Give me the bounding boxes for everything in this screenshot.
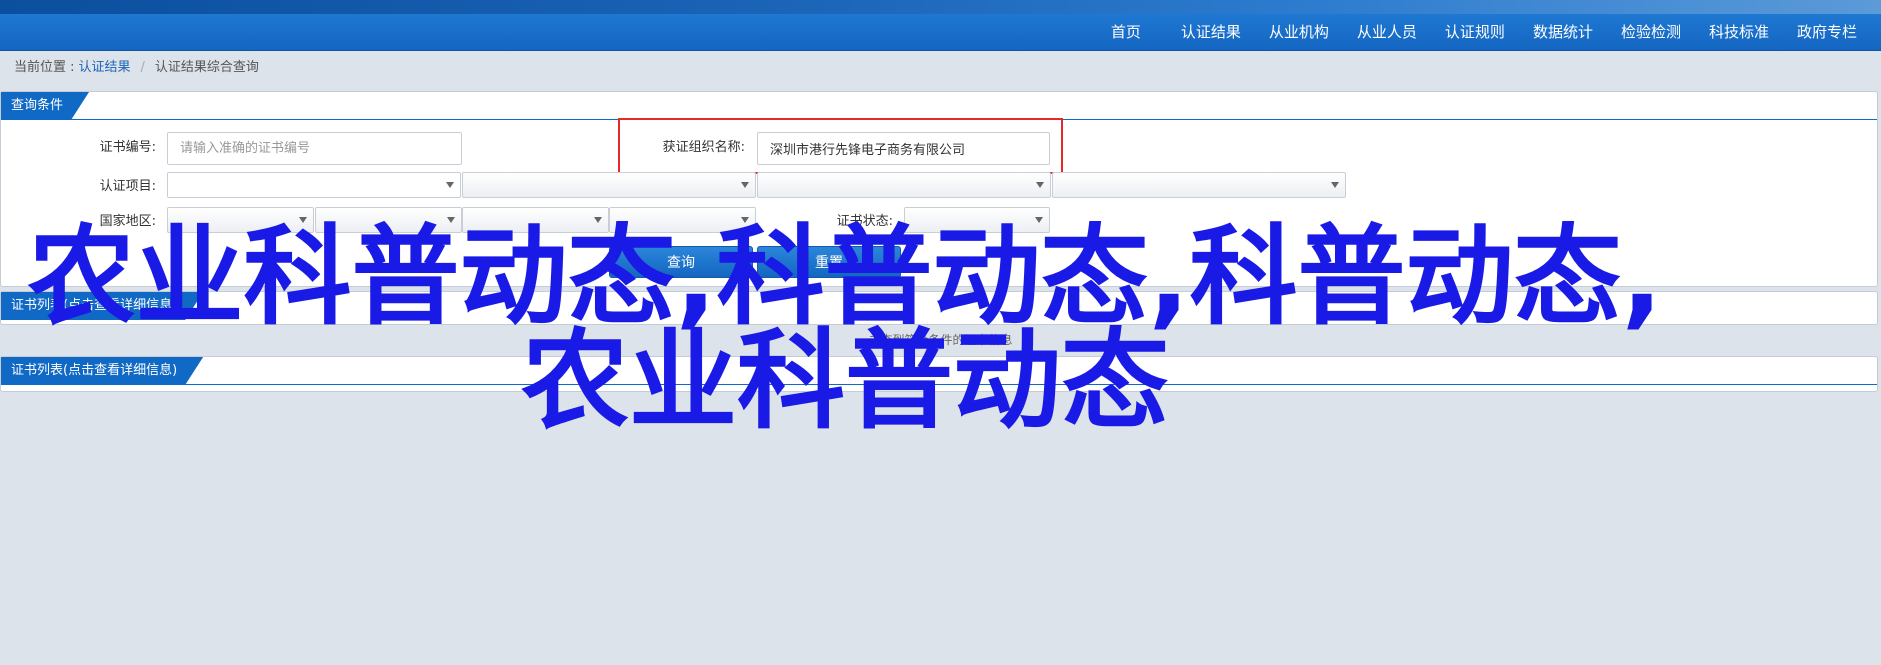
result-panel: 证书列表(点击查看详细信息) — [0, 291, 1878, 325]
nav-cert-rules[interactable]: 认证规则 — [1431, 14, 1519, 50]
chevron-down-icon — [594, 217, 602, 223]
nav-statistics[interactable]: 数据统计 — [1519, 14, 1607, 50]
project-select-4[interactable] — [1052, 172, 1346, 198]
query-button[interactable]: 查询 — [609, 246, 753, 278]
breadcrumb: 当前位置 : 认证结果 / 认证结果综合查询 — [14, 58, 259, 78]
chevron-down-icon — [1331, 182, 1339, 188]
nav-items: 首页 认证结果 从业机构 从业人员 认证规则 数据统计 检验检测 科技标准 政府… — [1111, 14, 1871, 50]
breadcrumb-prefix: 当前位置 : — [14, 60, 75, 75]
breadcrumb-separator: / — [140, 60, 145, 75]
region-select-1[interactable] — [167, 207, 314, 233]
region-select-4[interactable] — [609, 207, 756, 233]
chevron-down-icon — [299, 217, 307, 223]
chevron-down-icon — [1036, 182, 1044, 188]
nav-standards[interactable]: 科技标准 — [1695, 14, 1783, 50]
nav-institutions[interactable]: 从业机构 — [1255, 14, 1343, 50]
breadcrumb-current: 认证结果综合查询 — [154, 60, 259, 75]
status-select[interactable] — [904, 207, 1050, 233]
top-banner — [0, 0, 1881, 14]
breadcrumb-link-cert-results[interactable]: 认证结果 — [79, 58, 131, 78]
nav-cert-results[interactable]: 认证结果 — [1167, 14, 1255, 50]
chevron-down-icon — [446, 182, 454, 188]
chevron-down-icon — [741, 217, 749, 223]
project-select-3[interactable] — [757, 172, 1051, 198]
highlight-box — [618, 118, 1063, 174]
nav-inspection[interactable]: 检验检测 — [1607, 14, 1695, 50]
cert-list-panel-title[interactable]: 证书列表(点击查看详细信息) — [1, 357, 203, 385]
project-select-1[interactable] — [167, 172, 461, 198]
chevron-down-icon — [741, 182, 749, 188]
nav-personnel[interactable]: 从业人员 — [1343, 14, 1431, 50]
panel-head-line — [1, 384, 1877, 385]
chevron-down-icon — [447, 217, 455, 223]
query-panel-title: 查询条件 — [1, 92, 89, 120]
cert-no-label: 证书编号: — [99, 140, 156, 155]
empty-result-text: 未查到符合条件的证书信息 — [868, 333, 1013, 347]
nav-government[interactable]: 政府专栏 — [1783, 14, 1871, 50]
result-panel-title: 证书列表(点击查看详细信息) — [1, 292, 203, 320]
cert-list-panel: 证书列表(点击查看详细信息) — [0, 356, 1878, 392]
region-select-2[interactable] — [315, 207, 462, 233]
project-select-2[interactable] — [462, 172, 756, 198]
project-label: 认证项目: — [99, 179, 156, 194]
region-select-3[interactable] — [462, 207, 609, 233]
status-label: 证书状态: — [836, 214, 893, 229]
nav-home[interactable]: 首页 — [1111, 14, 1167, 50]
main-nav: 首页 认证结果 从业机构 从业人员 认证规则 数据统计 检验检测 科技标准 政府… — [0, 14, 1881, 51]
chevron-down-icon — [1035, 217, 1043, 223]
region-label: 国家地区: — [99, 214, 156, 229]
cert-no-input[interactable] — [167, 132, 462, 165]
reset-button[interactable]: 重置 — [757, 246, 901, 278]
